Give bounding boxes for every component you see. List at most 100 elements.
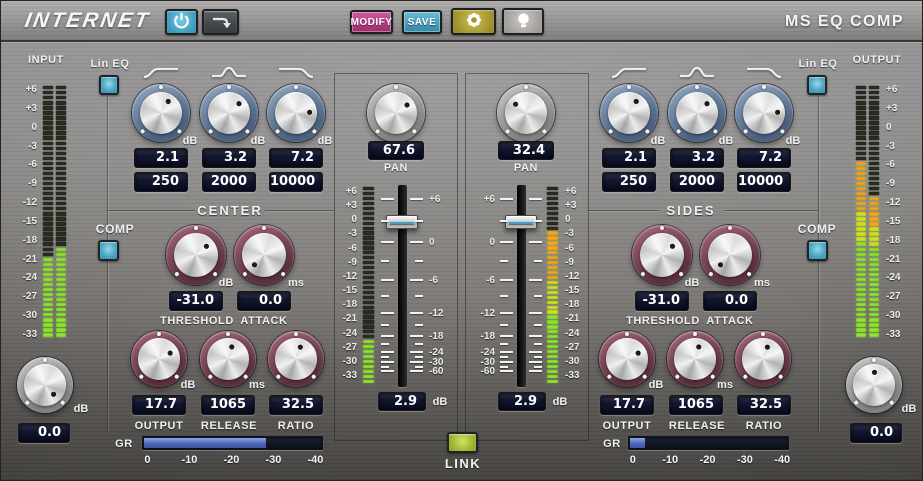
eq-band3-unit: dB [315,135,335,147]
center-pan-knob[interactable] [367,84,425,142]
threshold-knob[interactable] [632,225,692,285]
scale-tick-label: +3 [565,200,591,211]
modify-button[interactable]: MODIFY [350,10,393,34]
release-display[interactable]: 1065 [201,395,255,415]
threshold-knob[interactable] [166,225,226,285]
led-segment [869,273,879,276]
release-display[interactable]: 1065 [669,395,723,415]
knob-ring-mark [275,374,281,380]
led-segment [363,380,374,383]
threshold-display[interactable]: -31.0 [635,291,689,311]
led-segment [856,116,866,119]
power-button[interactable] [165,9,198,35]
eq-band1-gain-display[interactable]: 2.1 [602,148,656,168]
sides-pan-knob[interactable] [497,84,555,142]
eq-band1-gain-knob[interactable] [132,84,190,142]
eq-band3-gain-knob[interactable] [735,84,793,142]
scale-tick-label: -21 [565,313,591,324]
led-segment [869,192,879,195]
sides-fader-cap[interactable] [505,215,537,229]
scale-tick-label: -18 [7,235,37,246]
led-segment [869,152,879,155]
lin-eq-button[interactable] [99,75,119,95]
sides-fader-display[interactable]: 2.9 [498,392,546,411]
input-gain-knob[interactable] [17,357,73,413]
release-label: RELEASE [189,420,269,432]
knob-ring-mark [311,374,317,380]
ratio-display[interactable]: 32.5 [269,395,323,415]
knob-ring-mark [275,129,281,135]
eq-band2-freq-display[interactable]: 2000 [670,172,724,192]
knob-ring-mark [227,85,231,89]
led-segment [869,232,879,235]
lin-eq-button[interactable] [807,75,827,95]
eq-band1-freq-display[interactable]: 250 [602,172,656,192]
eq-band2-gain-knob[interactable] [668,84,726,142]
eq-band3-freq-display[interactable]: 10000 [269,172,323,192]
comp-output-display[interactable]: 17.7 [132,395,186,415]
fader-tick [410,370,423,372]
output-gain-display[interactable]: 0.0 [850,423,902,443]
routing-button[interactable] [202,9,239,35]
bulb-button[interactable] [502,8,544,35]
attack-display[interactable]: 0.0 [237,291,291,311]
eq-band3-unit: dB [783,135,803,147]
led-segment [869,106,879,109]
fader-tick [500,370,513,372]
comp-output-display[interactable]: 17.7 [600,395,654,415]
eq-band1-gain-knob[interactable] [600,84,658,142]
scale-tick-label: -33 [565,370,591,381]
center-fader-scale: +60-6-12-18-24-30-60 [429,187,455,385]
knob-face [608,92,651,135]
input-gain-display[interactable]: 0.0 [18,423,70,443]
led-segment [56,142,66,145]
fader-tick [410,361,423,363]
link-button[interactable] [447,432,478,453]
eq-band2-gain-knob[interactable] [200,84,258,142]
led-segment [56,268,66,271]
led-segment [547,350,558,353]
comp-button[interactable] [98,240,119,261]
eq-band2-gain-display[interactable]: 3.2 [670,148,724,168]
output-gain-knob[interactable] [846,357,902,413]
power-icon [173,12,190,32]
center-pan-display[interactable]: 67.6 [368,141,424,160]
fader-tick [500,241,513,243]
led-segment [43,202,53,205]
led-segment [856,96,866,99]
eq-band2-unit: dB [716,135,736,147]
ratio-display[interactable]: 32.5 [737,395,791,415]
attack-knob[interactable] [700,225,760,285]
eq-band1-gain-display[interactable]: 2.1 [134,148,188,168]
eq-band3-gain-knob[interactable] [267,84,325,142]
eq-band3-gain-display[interactable]: 7.2 [737,148,791,168]
sides-pan-display[interactable]: 32.4 [498,141,554,160]
ratio-knob[interactable] [735,331,791,387]
led-segment [856,142,866,145]
led-segment [856,217,866,220]
save-button[interactable]: SAVE [402,10,442,34]
led-segment [56,288,66,291]
eq-band3-gain-display[interactable]: 7.2 [269,148,323,168]
eq-band3-freq-display[interactable]: 10000 [737,172,791,192]
gr-meter [142,436,323,450]
settings-button[interactable] [451,8,496,35]
led-segment [856,177,866,180]
gr-scale-label: -10 [662,454,678,466]
center-fader-unit: dB [429,396,451,408]
ratio-knob[interactable] [268,331,324,387]
gr-meter-scale: 0-10-20-30-40 [142,454,323,466]
threshold-display[interactable]: -31.0 [169,291,223,311]
center-fader-display[interactable]: 2.9 [378,392,426,411]
eq-band1-freq-display[interactable]: 250 [134,172,188,192]
attack-knob[interactable] [234,225,294,285]
center-fader-cap[interactable] [386,215,418,229]
eq-band2-gain-display[interactable]: 3.2 [202,148,256,168]
eq-band2-freq-display[interactable]: 2000 [202,172,256,192]
fader-tick [500,361,513,363]
attack-display[interactable]: 0.0 [703,291,757,311]
divider-line [107,97,108,431]
led-segment [856,237,866,240]
led-segment [856,268,866,271]
comp-button[interactable] [807,240,828,261]
